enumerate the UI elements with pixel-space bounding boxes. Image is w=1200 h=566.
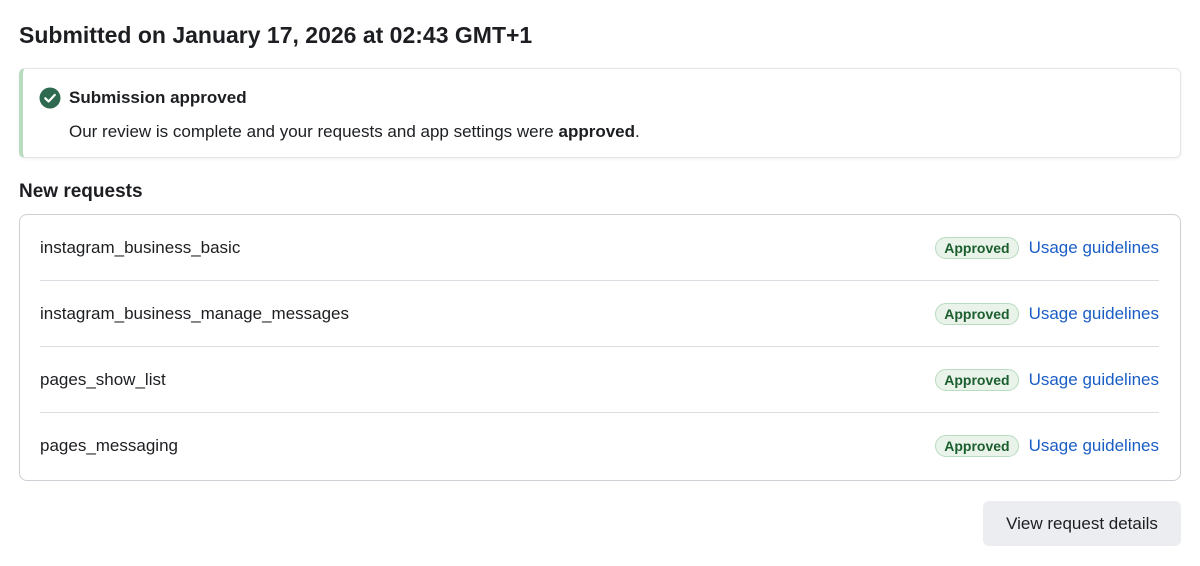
banner-message: Our review is complete and your requests… — [69, 120, 640, 144]
usage-guidelines-link[interactable]: Usage guidelines — [1029, 304, 1159, 324]
status-badge: Approved — [935, 369, 1019, 391]
new-requests-list: instagram_business_basic Approved Usage … — [19, 214, 1181, 481]
banner-message-end: . — [635, 122, 640, 141]
request-name: instagram_business_basic — [40, 238, 241, 257]
request-name: instagram_business_manage_messages — [40, 304, 350, 323]
status-badge: Approved — [935, 237, 1019, 259]
view-request-details-button[interactable]: View request details — [983, 501, 1181, 546]
new-requests-title: New requests — [19, 181, 143, 202]
request-actions: Approved Usage guidelines — [935, 347, 1159, 413]
request-actions: Approved Usage guidelines — [935, 281, 1159, 347]
banner-title: Submission approved — [69, 88, 247, 107]
request-actions: Approved Usage guidelines — [935, 413, 1159, 479]
status-badge: Approved — [935, 435, 1019, 457]
usage-guidelines-link[interactable]: Usage guidelines — [1029, 436, 1159, 456]
request-row: instagram_business_basic Approved Usage … — [40, 215, 1159, 281]
banner-message-text: Our review is complete and your requests… — [69, 122, 559, 141]
usage-guidelines-link[interactable]: Usage guidelines — [1029, 370, 1159, 390]
usage-guidelines-link[interactable]: Usage guidelines — [1029, 238, 1159, 258]
request-row: pages_show_list Approved Usage guideline… — [40, 347, 1159, 413]
status-badge: Approved — [935, 303, 1019, 325]
request-name: pages_show_list — [40, 370, 166, 389]
banner-message-emphasis: approved — [558, 122, 636, 141]
approval-banner: Submission approved Our review is comple… — [19, 68, 1181, 158]
request-row: pages_messaging Approved Usage guideline… — [40, 413, 1159, 479]
request-row: instagram_business_manage_messages Appro… — [40, 281, 1159, 347]
request-name: pages_messaging — [40, 436, 178, 455]
submission-review-page: Submitted on January 17, 2026 at 02:43 G… — [0, 0, 1200, 566]
check-circle-icon — [39, 87, 61, 109]
request-actions: Approved Usage guidelines — [935, 215, 1159, 281]
submitted-title: Submitted on January 17, 2026 at 02:43 G… — [19, 22, 533, 48]
